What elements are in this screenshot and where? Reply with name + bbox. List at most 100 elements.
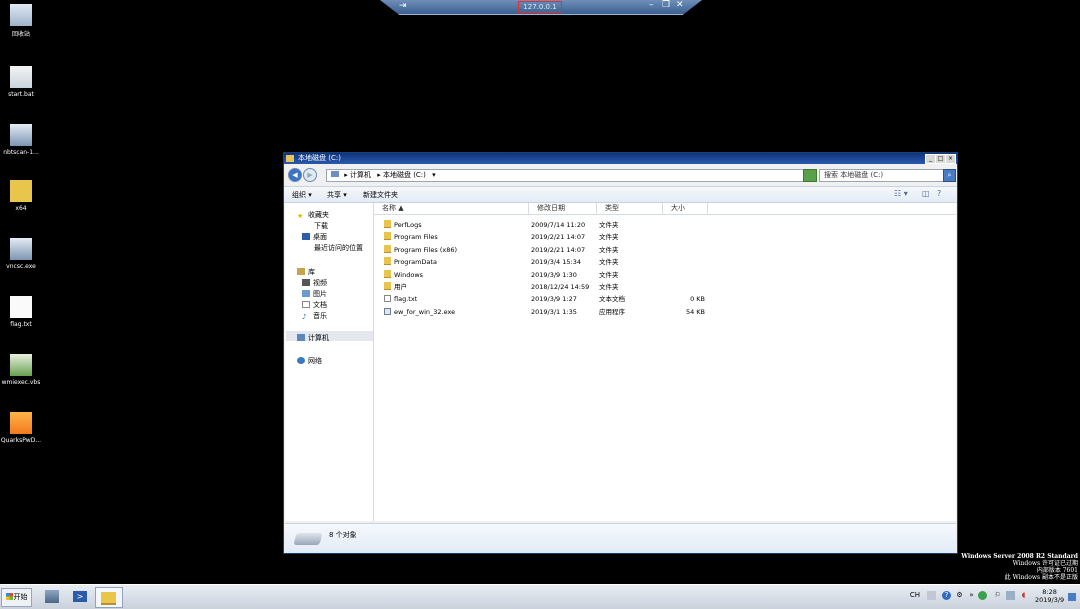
file-row[interactable]: Program Files 2019/2/21 14:07 文件夹 <box>374 231 704 243</box>
crumb-local-disk[interactable]: 本地磁盘 (C:) <box>383 171 426 179</box>
action-center-flag-icon[interactable]: ⚐ <box>993 591 1002 600</box>
help-icon[interactable]: ? <box>937 189 941 198</box>
desktop-icon-label: wmiexec.vbs <box>1 379 41 386</box>
desktop-icon-item[interactable]: 回收站 <box>0 4 43 38</box>
file-row[interactable]: ProgramData 2019/3/4 15:34 文件夹 <box>374 256 704 268</box>
refresh-icon[interactable] <box>803 169 817 182</box>
minimize-remote-button[interactable]: – <box>649 0 654 10</box>
new-folder-button[interactable]: 新建文件夹 <box>363 190 398 200</box>
file-name-text: PerfLogs <box>394 221 422 229</box>
nav-libraries[interactable]: 库 <box>297 267 315 277</box>
file-name-text: flag.txt <box>394 295 418 304</box>
file-row[interactable]: ew_for_win_32.exe 2019/3/1 1:35 应用程序 54 KB <box>374 306 705 318</box>
exe-file-icon <box>384 307 391 315</box>
clock[interactable]: 8:28 2019/3/9 <box>1035 588 1064 604</box>
nav-documents[interactable]: 文档 <box>302 300 327 310</box>
powershell-icon[interactable]: > <box>69 587 91 606</box>
explorer-taskbar-button[interactable] <box>95 587 123 608</box>
search-input[interactable]: 搜索 本地磁盘 (C:) <box>819 169 945 182</box>
file-name-text: Program Files (x86) <box>394 245 458 254</box>
close-button[interactable]: × <box>945 154 956 164</box>
restore-remote-button[interactable]: ❐ <box>662 0 670 10</box>
library-icon <box>297 268 305 275</box>
watermark-license: Windows 许可证已过期 <box>1012 560 1078 567</box>
file-row[interactable]: Program Files (x86) 2019/2/21 14:07 文件夹 <box>374 244 704 256</box>
document-icon <box>302 301 310 308</box>
watermark-build: 内部版本 7601 <box>1036 567 1078 574</box>
desktop-icon-item[interactable]: vncsc.exe <box>0 238 43 270</box>
desktop-icon <box>302 233 310 240</box>
crumb-computer[interactable]: 计算机 <box>350 171 371 179</box>
file-size: 54 KB <box>685 307 705 316</box>
nav-network[interactable]: 网络 <box>297 356 322 366</box>
folder-icon <box>384 257 391 266</box>
desktop-icon-label: start.bat <box>8 91 34 98</box>
music-icon: ♪ <box>302 313 307 321</box>
nav-downloads[interactable]: 下载 <box>314 221 328 231</box>
preview-pane-icon[interactable]: ◫ <box>922 189 930 198</box>
command-toolbar: 组织 ▾ 共享 ▾ 新建文件夹 ☷ ▾ ◫ ? <box>284 186 957 203</box>
start-button[interactable]: 开始 <box>1 588 32 607</box>
file-type: 文件夹 <box>599 283 619 291</box>
file-name: flag.txt <box>384 293 417 305</box>
pin-icon[interactable]: ⇥ <box>399 1 407 11</box>
nav-computer[interactable]: 计算机 <box>297 333 329 343</box>
file-row[interactable]: PerfLogs 2009/7/14 11:20 文件夹 <box>374 219 704 231</box>
desktop-icon-item[interactable]: QuarksPwD... <box>0 412 43 444</box>
file-name-text: ew_for_win_32.exe <box>394 307 456 316</box>
network-tray-icon[interactable] <box>1006 591 1015 600</box>
chevron-icon[interactable]: » <box>967 591 976 600</box>
script-file-icon <box>10 354 32 376</box>
desktop-icon-item[interactable]: start.bat <box>0 66 43 98</box>
clock-time: 8:28 <box>1042 588 1057 596</box>
recycle-bin-icon <box>10 4 32 26</box>
column-type[interactable]: 类型 <box>597 203 663 214</box>
window-titlebar[interactable]: 本地磁盘 (C:) _ □ × <box>284 153 957 164</box>
column-name[interactable]: 名称 ▲ <box>374 203 529 214</box>
nav-pictures[interactable]: 图片 <box>302 289 327 299</box>
nav-videos[interactable]: 视频 <box>302 278 327 288</box>
desktop-icon-item[interactable]: flag.txt <box>0 296 43 328</box>
options-icon[interactable]: ⚙ <box>955 591 964 600</box>
column-modified[interactable]: 修改日期 <box>529 203 597 214</box>
close-remote-button[interactable]: ✕ <box>676 0 684 10</box>
computer-icon <box>331 171 339 177</box>
language-indicator[interactable]: CH <box>909 591 921 600</box>
file-type: 文件夹 <box>599 270 619 279</box>
share-button[interactable]: 共享 ▾ <box>327 190 347 200</box>
desktop-icon-item[interactable]: wmiexec.vbs <box>0 354 43 386</box>
file-row[interactable]: flag.txt 2019/3/9 1:27 文本文档 0 KB <box>374 293 705 305</box>
desktop-icon-item[interactable]: x64 <box>0 180 43 212</box>
address-bar[interactable]: ▸ 计算机 ▸ 本地磁盘 (C:) ▾ <box>326 169 806 182</box>
nav-music[interactable]: ♪ 音乐 <box>302 311 327 321</box>
search-icon[interactable]: ⌕ <box>943 169 956 182</box>
file-row[interactable]: Windows 2019/3/9 1:30 文件夹 <box>374 269 704 281</box>
video-icon <box>302 279 310 286</box>
lock-icon <box>10 412 32 434</box>
help-tray-icon[interactable]: ? <box>942 591 951 600</box>
folder-icon <box>384 269 391 278</box>
nav-desktop[interactable]: 桌面 <box>302 232 327 242</box>
nav-favorites[interactable]: ★ 收藏夹 <box>297 210 329 220</box>
remote-connection-bar: ⇥ 127.0.0.1 – ❐ ✕ <box>380 0 702 15</box>
forward-button[interactable]: ▶ <box>303 168 317 182</box>
volume-icon[interactable]: ◖ <box>1019 591 1028 600</box>
back-button[interactable]: ◀ <box>288 168 302 182</box>
desktop-icon-item[interactable]: nbtscan-1... <box>0 124 43 156</box>
keyboard-icon[interactable] <box>927 591 936 600</box>
show-desktop-button[interactable] <box>1068 593 1076 601</box>
nav-recent[interactable]: 最近访问的位置 <box>314 243 363 253</box>
file-modified: 2019/3/9 1:27 <box>531 295 577 304</box>
file-name: Program Files <box>384 231 438 243</box>
desktop-icon-label: nbtscan-1... <box>3 149 39 156</box>
security-icon[interactable] <box>978 591 987 600</box>
file-row[interactable]: 用户 2018/12/24 14:59 文件夹 <box>374 281 704 293</box>
server-manager-icon[interactable] <box>42 587 64 606</box>
file-type: 文件夹 <box>599 245 619 254</box>
watermark-edition: Windows Server 2008 R2 Standard <box>961 553 1078 560</box>
organize-button[interactable]: 组织 ▾ <box>292 190 312 200</box>
address-dropdown-icon[interactable]: ▾ <box>432 171 436 179</box>
view-options-icon[interactable]: ☷ ▾ <box>894 189 908 198</box>
column-size[interactable]: 大小 <box>663 203 708 214</box>
column-header: 名称 ▲ 修改日期 类型 大小 <box>374 203 956 215</box>
